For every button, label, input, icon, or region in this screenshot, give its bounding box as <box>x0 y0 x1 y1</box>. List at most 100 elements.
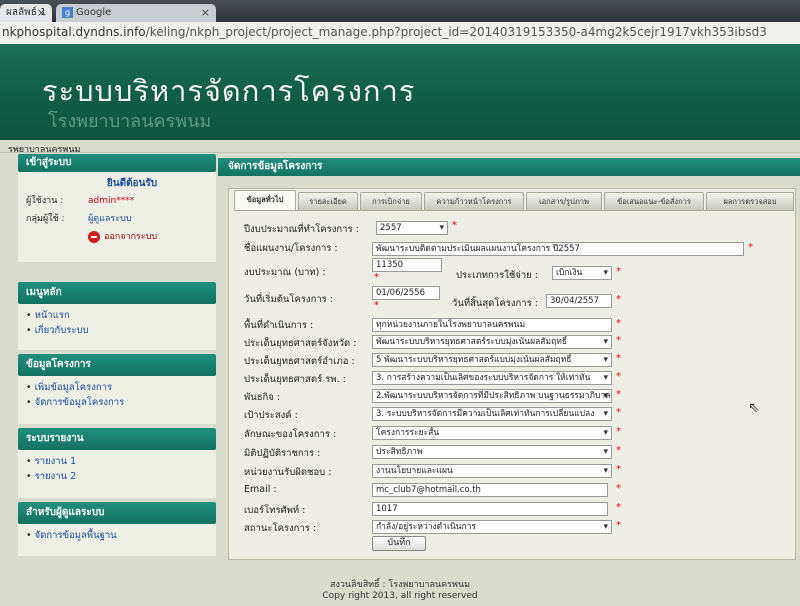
start-date-input[interactable]: 01/06/2556 <box>372 286 440 300</box>
report-menu-panel: ระบบรายงาน รายงาน 1 รายงาน 2 <box>18 428 216 498</box>
tab-divider <box>234 210 794 211</box>
budget-label: งบประมาณ (บาท) : <box>244 267 326 278</box>
required-mark: * <box>616 318 621 329</box>
user-value: admin**** <box>88 196 135 206</box>
tab-general[interactable]: ข้อมูลทั่วไป <box>234 190 296 210</box>
project-type-select[interactable]: โครงการระยะสั้น <box>372 426 612 440</box>
expense-type-label: ประเภทการใช้จ่าย : <box>456 270 538 281</box>
responsible-select[interactable]: งานนโยบายและแผน <box>372 464 612 478</box>
fiscal-year-label: ปีงบประมาณที่ทำโครงการ : <box>244 224 359 235</box>
mission-label: พันธกิจ : <box>244 392 281 403</box>
site-banner: ระบบบริหารจัดการโครงการ โรงพยาบาลนครพนม <box>0 44 800 140</box>
province-issue-select[interactable]: พัฒนาระบบบริหารยุทธศาสตร์ระบบมุ่งเน้นผลส… <box>372 335 612 349</box>
budget-input[interactable]: 11350 <box>372 258 442 272</box>
required-mark: * <box>616 389 621 400</box>
menu-item-manage-project[interactable]: จัดการข้อมูลโครงการ <box>24 395 210 410</box>
required-mark: * <box>616 520 621 531</box>
goal-label: เป้าประสงค์ : <box>244 410 298 421</box>
hospital-issue-select[interactable]: 3. การสร้างความเป็นเลิศของระบบบริหารจัดก… <box>372 371 612 385</box>
tab-details[interactable]: รายละเอียด <box>298 192 358 210</box>
tab-documents[interactable]: เอกสาร/รูปภาพ <box>526 192 602 210</box>
menu-item-basic-data[interactable]: จัดการข้อมูลพื้นฐาน <box>24 528 210 543</box>
required-mark: * <box>616 502 621 513</box>
required-mark: * <box>374 272 379 283</box>
menu-item-add-project[interactable]: เพิ่มข้อมูลโครงการ <box>24 380 210 395</box>
url-text[interactable]: nkphospital.dyndns.info/keling/nkph_proj… <box>2 25 767 39</box>
required-mark: * <box>616 426 621 437</box>
strategy-label: มิติปฏิบัติราชการ : <box>244 448 321 459</box>
admin-menu-panel: สำหรับผู้ดูแลระบบ จัดการข้อมูลพื้นฐาน <box>18 502 216 556</box>
required-mark: * <box>616 353 621 364</box>
expense-type-select[interactable]: เบิกเงิน <box>552 266 612 280</box>
strategy-select[interactable]: ประสิทธิภาพ <box>372 445 612 459</box>
user-label: ผู้ใช้งาน : <box>26 196 64 206</box>
url-path: /keling/nkph_project/project_manage.php?… <box>145 25 767 39</box>
required-mark: * <box>374 300 379 311</box>
project-menu-panel: ข้อมูลโครงการ เพิ่มข้อมูลโครงการ จัดการข… <box>18 354 216 424</box>
google-icon: g <box>62 6 73 18</box>
menu-item-about[interactable]: เกี่ยวกับระบบ <box>24 323 210 338</box>
close-tab-icon[interactable]: × <box>201 4 210 22</box>
project-name-input[interactable]: พัฒนาระบบติดตามประเมินผลแผนงานโครงการ ปี… <box>372 242 744 256</box>
required-mark: * <box>748 242 753 253</box>
report-menu-title: ระบบรายงาน <box>18 428 216 450</box>
group-value: ผู้ดูแลระบบ <box>88 214 132 224</box>
menu-item-home[interactable]: หน้าแรก <box>24 308 210 323</box>
goal-select[interactable]: 3. ระบบบริหารจัดการมีความเป็นเลิศเท่าทัน… <box>372 407 612 421</box>
welcome-text: ยินดีต้อนรับ <box>106 178 158 189</box>
save-button[interactable]: บันทึก <box>372 536 426 551</box>
address-bar[interactable]: nkphospital.dyndns.info/keling/nkph_proj… <box>0 22 800 45</box>
phone-label: เบอร์โทรศัพท์ : <box>244 505 306 516</box>
main-title: จัดการข้อมูลโครงการ <box>218 158 800 176</box>
required-mark: * <box>616 294 621 305</box>
status-select[interactable]: กำลัง/อยู่ระหว่างดำเนินการ <box>372 520 612 534</box>
logout-label: ออกจากระบบ <box>104 232 158 242</box>
url-host: nkphospital.dyndns.info <box>2 25 146 39</box>
close-tab-icon[interactable]: × <box>37 4 46 22</box>
required-mark: * <box>452 220 457 231</box>
tab-disbursement[interactable]: การเบิกจ่าย <box>360 192 422 210</box>
required-mark: * <box>616 445 621 456</box>
responsible-label: หน่วยงานรับผิดชอบ : <box>244 467 332 478</box>
menu-item-report-1[interactable]: รายงาน 1 <box>24 454 210 469</box>
footer: สงวนลิขสิทธิ์ : โรงพยาบาลนครพนม Copy rig… <box>0 580 800 602</box>
admin-menu-title: สำหรับผู้ดูแลระบบ <box>18 502 216 524</box>
required-mark: * <box>616 335 621 346</box>
menu-item-report-2[interactable]: รายงาน 2 <box>24 469 210 484</box>
end-date-label: วันที่สิ้นสุดโครงการ : <box>452 298 538 309</box>
tab-audit[interactable]: ผลการตรวจสอบ <box>706 192 794 210</box>
status-label: สถานะโครงการ : <box>244 523 317 534</box>
start-date-label: วันที่เริ่มต้นโครงการ : <box>244 294 333 305</box>
project-menu-title: ข้อมูลโครงการ <box>18 354 216 376</box>
browser-tab-2-label: Google <box>76 7 112 18</box>
browser-tab-2[interactable]: g Google × <box>56 4 216 22</box>
main-menu-panel: เมนูหลัก หน้าแรก เกี่ยวกับระบบ <box>18 282 216 350</box>
logout-button[interactable]: ออกจากระบบ <box>88 228 157 246</box>
sidebar: เข้าสู่ระบบ ยินดีต้อนรับ ผู้ใช้งาน : adm… <box>18 154 216 556</box>
required-mark: * <box>616 483 621 494</box>
tab-suggestions[interactable]: ข้อเสนอแนะ-ข้อสั่งการ <box>604 192 704 210</box>
project-type-label: ลักษณะของโครงการ : <box>244 429 337 440</box>
project-name-label: ชื่อแผนงาน/โครงการ : <box>244 243 338 254</box>
email-input[interactable]: mc_club7@hotmail.co.th <box>372 483 608 497</box>
required-mark: * <box>616 407 621 418</box>
hospital-issue-label: ประเด็นยุทธศาสตร์ รพ. : <box>244 374 346 385</box>
area-input[interactable]: ทุกหน่วยงานภายในโรงพยาบาลนครพนม <box>372 318 612 332</box>
site-subtitle: โรงพยาบาลนครพนม <box>48 111 212 132</box>
district-issue-select[interactable]: 5 พัฒนาระบบบริหารยุทธศาสตร์แบบมุ่งเน้นผล… <box>372 353 612 367</box>
required-mark: * <box>616 464 621 475</box>
fiscal-year-select[interactable]: 2557 <box>376 221 448 235</box>
tab-progress[interactable]: ความก้าวหน้าโครงการ <box>424 192 524 210</box>
logout-icon <box>88 231 100 243</box>
required-mark: * <box>616 371 621 382</box>
district-issue-label: ประเด็นยุทธศาสตร์อำเภอ : <box>244 356 355 367</box>
email-label: Email : <box>244 484 277 495</box>
group-label: กลุ่มผู้ใช้ : <box>26 214 65 224</box>
end-date-input[interactable]: 30/04/2557 <box>546 294 612 308</box>
login-panel-title: เข้าสู่ระบบ <box>18 154 216 172</box>
phone-input[interactable]: 1017 <box>372 502 608 516</box>
login-panel: เข้าสู่ระบบ ยินดีต้อนรับ ผู้ใช้งาน : adm… <box>18 154 216 262</box>
required-mark: * <box>616 266 621 277</box>
browser-tab-1[interactable]: ผลลัพธ์ 1 × <box>0 4 52 22</box>
mission-select[interactable]: 2.พัฒนาระบบบริหารจัดการที่มีประสิทธิภาพ … <box>372 389 612 403</box>
